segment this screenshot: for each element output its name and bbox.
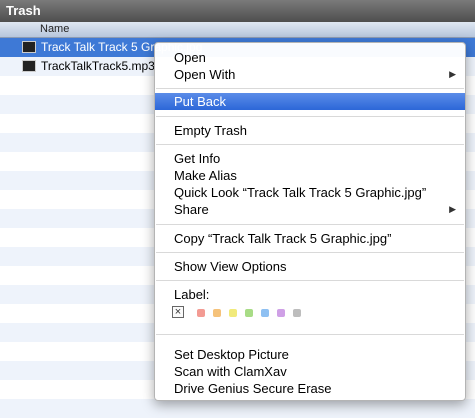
menu-separator [156,144,464,145]
menu-item-drive-genius[interactable]: Drive Genius Secure Erase [155,380,465,397]
menu-item-set-desktop-picture[interactable]: Set Desktop Picture [155,346,465,363]
image-file-icon [22,41,36,53]
menu-item-quick-look[interactable]: Quick Look “Track Talk Track 5 Graphic.j… [155,184,465,201]
column-header[interactable]: Name [0,22,475,38]
menu-item-make-alias[interactable]: Make Alias [155,167,465,184]
no-label-button[interactable]: × [172,306,184,318]
audio-file-icon [22,60,36,72]
menu-separator [156,116,464,117]
menu-item-open-with[interactable]: Open With ▶ [155,66,465,83]
menu-item-label: Share [174,202,209,217]
label-color-blue[interactable] [261,309,269,317]
label-color-gray[interactable] [293,309,301,317]
label-color-purple[interactable] [277,309,285,317]
window-title: Trash [0,0,475,22]
name-column-label: Name [40,23,70,35]
menu-item-copy[interactable]: Copy “Track Talk Track 5 Graphic.jpg” [155,230,465,247]
submenu-arrow-icon: ▶ [449,69,456,79]
menu-label-heading: Label: [174,287,210,302]
menu-separator [156,334,464,335]
menu-item-share[interactable]: Share ▶ [155,201,465,218]
context-menu: Open Open With ▶ Put Back Empty Trash Ge… [154,42,466,401]
label-color-picker: × [172,306,322,320]
file-name: TrackTalkTrack5.mp3 [41,59,155,73]
menu-separator [156,224,464,225]
menu-item-label: Open With [174,67,236,82]
menu-separator [156,252,464,253]
menu-item-open[interactable]: Open [155,49,465,66]
label-color-green[interactable] [245,309,253,317]
submenu-arrow-icon: ▶ [449,204,456,214]
menu-item-scan-clamxav[interactable]: Scan with ClamXav [155,363,465,380]
menu-item-show-view-options[interactable]: Show View Options [155,258,465,275]
menu-item-put-back[interactable]: Put Back [155,93,465,110]
menu-separator [156,88,464,89]
label-color-yellow[interactable] [229,309,237,317]
menu-item-empty-trash[interactable]: Empty Trash [155,122,465,139]
label-color-orange[interactable] [213,309,221,317]
menu-item-get-info[interactable]: Get Info [155,150,465,167]
label-color-red[interactable] [197,309,205,317]
menu-separator [156,280,464,281]
